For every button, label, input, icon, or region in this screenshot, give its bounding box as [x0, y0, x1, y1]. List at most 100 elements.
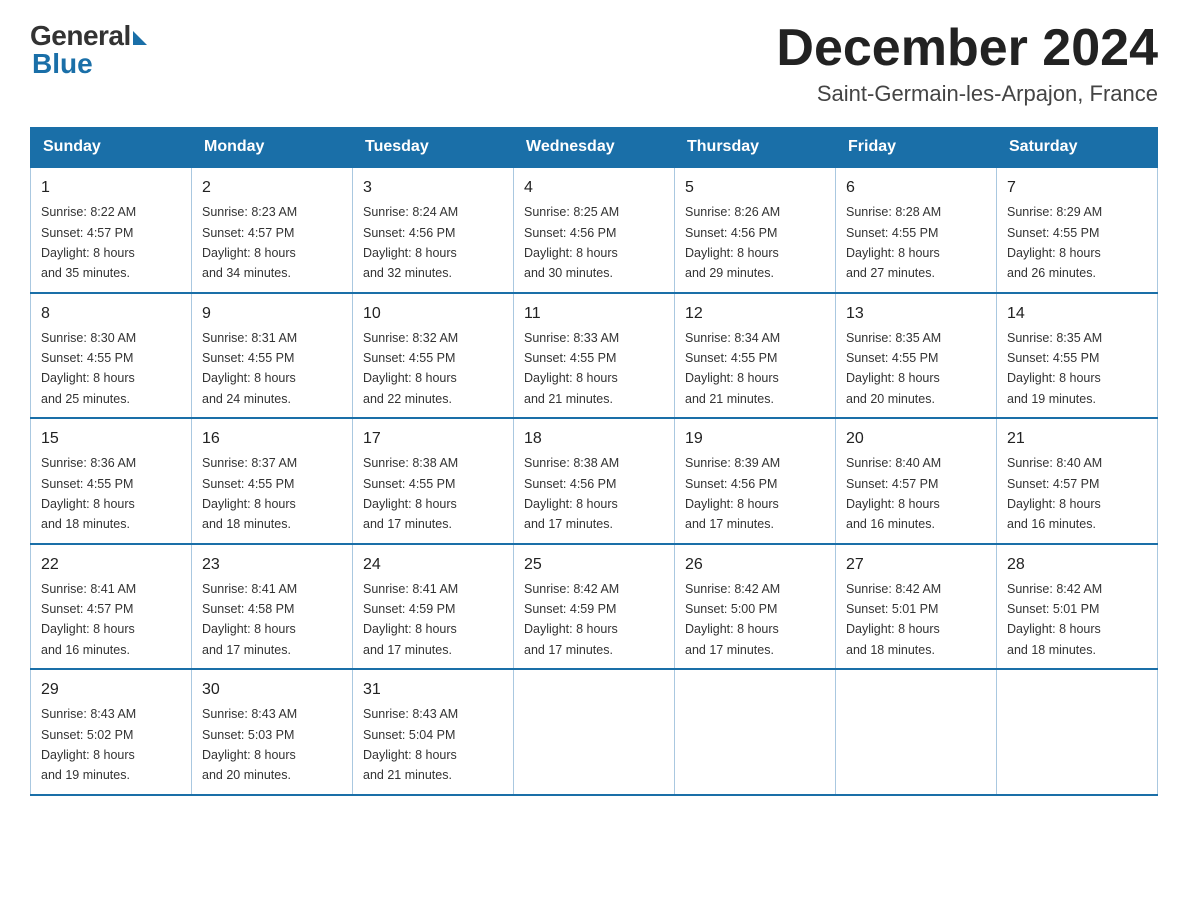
calendar-cell: 27 Sunrise: 8:42 AMSunset: 5:01 PMDaylig…: [836, 544, 997, 670]
calendar-cell: 28 Sunrise: 8:42 AMSunset: 5:01 PMDaylig…: [997, 544, 1158, 670]
day-info: Sunrise: 8:28 AMSunset: 4:55 PMDaylight:…: [846, 205, 941, 280]
week-row-5: 29 Sunrise: 8:43 AMSunset: 5:02 PMDaylig…: [31, 669, 1158, 795]
day-number: 28: [1007, 553, 1147, 577]
calendar-cell: 5 Sunrise: 8:26 AMSunset: 4:56 PMDayligh…: [675, 167, 836, 293]
calendar-cell: 3 Sunrise: 8:24 AMSunset: 4:56 PMDayligh…: [353, 167, 514, 293]
week-row-2: 8 Sunrise: 8:30 AMSunset: 4:55 PMDayligh…: [31, 293, 1158, 419]
calendar-cell: 20 Sunrise: 8:40 AMSunset: 4:57 PMDaylig…: [836, 418, 997, 544]
day-info: Sunrise: 8:24 AMSunset: 4:56 PMDaylight:…: [363, 205, 458, 280]
logo-blue-text: Blue: [30, 48, 93, 80]
day-info: Sunrise: 8:26 AMSunset: 4:56 PMDaylight:…: [685, 205, 780, 280]
day-info: Sunrise: 8:34 AMSunset: 4:55 PMDaylight:…: [685, 331, 780, 406]
location-subtitle: Saint-Germain-les-Arpajon, France: [776, 81, 1158, 107]
day-info: Sunrise: 8:23 AMSunset: 4:57 PMDaylight:…: [202, 205, 297, 280]
day-info: Sunrise: 8:42 AMSunset: 5:01 PMDaylight:…: [846, 582, 941, 657]
calendar-cell: 8 Sunrise: 8:30 AMSunset: 4:55 PMDayligh…: [31, 293, 192, 419]
day-number: 17: [363, 427, 503, 451]
day-number: 27: [846, 553, 986, 577]
day-number: 9: [202, 302, 342, 326]
weekday-header-sunday: Sunday: [31, 128, 192, 168]
calendar-cell: 21 Sunrise: 8:40 AMSunset: 4:57 PMDaylig…: [997, 418, 1158, 544]
calendar-cell: [836, 669, 997, 795]
day-info: Sunrise: 8:37 AMSunset: 4:55 PMDaylight:…: [202, 456, 297, 531]
day-number: 25: [524, 553, 664, 577]
day-number: 18: [524, 427, 664, 451]
day-number: 22: [41, 553, 181, 577]
month-title: December 2024: [776, 20, 1158, 77]
day-number: 24: [363, 553, 503, 577]
day-number: 16: [202, 427, 342, 451]
calendar-cell: 24 Sunrise: 8:41 AMSunset: 4:59 PMDaylig…: [353, 544, 514, 670]
day-info: Sunrise: 8:43 AMSunset: 5:02 PMDaylight:…: [41, 707, 136, 782]
calendar-cell: 22 Sunrise: 8:41 AMSunset: 4:57 PMDaylig…: [31, 544, 192, 670]
calendar-table: SundayMondayTuesdayWednesdayThursdayFrid…: [30, 127, 1158, 796]
day-number: 3: [363, 176, 503, 200]
calendar-cell: 6 Sunrise: 8:28 AMSunset: 4:55 PMDayligh…: [836, 167, 997, 293]
day-info: Sunrise: 8:38 AMSunset: 4:56 PMDaylight:…: [524, 456, 619, 531]
day-number: 5: [685, 176, 825, 200]
calendar-cell: 15 Sunrise: 8:36 AMSunset: 4:55 PMDaylig…: [31, 418, 192, 544]
day-number: 10: [363, 302, 503, 326]
calendar-cell: 16 Sunrise: 8:37 AMSunset: 4:55 PMDaylig…: [192, 418, 353, 544]
day-number: 31: [363, 678, 503, 702]
calendar-cell: 1 Sunrise: 8:22 AMSunset: 4:57 PMDayligh…: [31, 167, 192, 293]
day-number: 13: [846, 302, 986, 326]
day-number: 7: [1007, 176, 1147, 200]
day-number: 23: [202, 553, 342, 577]
day-number: 30: [202, 678, 342, 702]
day-info: Sunrise: 8:41 AMSunset: 4:59 PMDaylight:…: [363, 582, 458, 657]
weekday-header-row: SundayMondayTuesdayWednesdayThursdayFrid…: [31, 128, 1158, 168]
logo: General Blue: [30, 20, 147, 80]
day-number: 4: [524, 176, 664, 200]
weekday-header-saturday: Saturday: [997, 128, 1158, 168]
day-info: Sunrise: 8:41 AMSunset: 4:58 PMDaylight:…: [202, 582, 297, 657]
calendar-cell: 18 Sunrise: 8:38 AMSunset: 4:56 PMDaylig…: [514, 418, 675, 544]
calendar-cell: 19 Sunrise: 8:39 AMSunset: 4:56 PMDaylig…: [675, 418, 836, 544]
calendar-cell: 26 Sunrise: 8:42 AMSunset: 5:00 PMDaylig…: [675, 544, 836, 670]
calendar-cell: 29 Sunrise: 8:43 AMSunset: 5:02 PMDaylig…: [31, 669, 192, 795]
day-info: Sunrise: 8:35 AMSunset: 4:55 PMDaylight:…: [1007, 331, 1102, 406]
title-section: December 2024 Saint-Germain-les-Arpajon,…: [776, 20, 1158, 107]
calendar-cell: 13 Sunrise: 8:35 AMSunset: 4:55 PMDaylig…: [836, 293, 997, 419]
day-info: Sunrise: 8:42 AMSunset: 5:00 PMDaylight:…: [685, 582, 780, 657]
weekday-header-thursday: Thursday: [675, 128, 836, 168]
day-number: 19: [685, 427, 825, 451]
calendar-cell: 30 Sunrise: 8:43 AMSunset: 5:03 PMDaylig…: [192, 669, 353, 795]
day-info: Sunrise: 8:43 AMSunset: 5:03 PMDaylight:…: [202, 707, 297, 782]
calendar-cell: 7 Sunrise: 8:29 AMSunset: 4:55 PMDayligh…: [997, 167, 1158, 293]
day-number: 15: [41, 427, 181, 451]
day-info: Sunrise: 8:39 AMSunset: 4:56 PMDaylight:…: [685, 456, 780, 531]
weekday-header-wednesday: Wednesday: [514, 128, 675, 168]
day-number: 29: [41, 678, 181, 702]
day-info: Sunrise: 8:33 AMSunset: 4:55 PMDaylight:…: [524, 331, 619, 406]
calendar-cell: 12 Sunrise: 8:34 AMSunset: 4:55 PMDaylig…: [675, 293, 836, 419]
day-info: Sunrise: 8:25 AMSunset: 4:56 PMDaylight:…: [524, 205, 619, 280]
day-info: Sunrise: 8:35 AMSunset: 4:55 PMDaylight:…: [846, 331, 941, 406]
calendar-cell: 31 Sunrise: 8:43 AMSunset: 5:04 PMDaylig…: [353, 669, 514, 795]
day-info: Sunrise: 8:42 AMSunset: 4:59 PMDaylight:…: [524, 582, 619, 657]
day-number: 21: [1007, 427, 1147, 451]
day-number: 8: [41, 302, 181, 326]
day-number: 14: [1007, 302, 1147, 326]
day-number: 2: [202, 176, 342, 200]
calendar-cell: 4 Sunrise: 8:25 AMSunset: 4:56 PMDayligh…: [514, 167, 675, 293]
calendar-cell: 14 Sunrise: 8:35 AMSunset: 4:55 PMDaylig…: [997, 293, 1158, 419]
day-number: 6: [846, 176, 986, 200]
calendar-cell: [997, 669, 1158, 795]
day-info: Sunrise: 8:36 AMSunset: 4:55 PMDaylight:…: [41, 456, 136, 531]
day-info: Sunrise: 8:29 AMSunset: 4:55 PMDaylight:…: [1007, 205, 1102, 280]
weekday-header-friday: Friday: [836, 128, 997, 168]
week-row-1: 1 Sunrise: 8:22 AMSunset: 4:57 PMDayligh…: [31, 167, 1158, 293]
weekday-header-tuesday: Tuesday: [353, 128, 514, 168]
calendar-cell: 25 Sunrise: 8:42 AMSunset: 4:59 PMDaylig…: [514, 544, 675, 670]
day-number: 11: [524, 302, 664, 326]
logo-arrow-icon: [133, 31, 147, 45]
day-number: 12: [685, 302, 825, 326]
day-number: 1: [41, 176, 181, 200]
day-info: Sunrise: 8:30 AMSunset: 4:55 PMDaylight:…: [41, 331, 136, 406]
day-number: 26: [685, 553, 825, 577]
day-number: 20: [846, 427, 986, 451]
day-info: Sunrise: 8:22 AMSunset: 4:57 PMDaylight:…: [41, 205, 136, 280]
week-row-4: 22 Sunrise: 8:41 AMSunset: 4:57 PMDaylig…: [31, 544, 1158, 670]
calendar-cell: 11 Sunrise: 8:33 AMSunset: 4:55 PMDaylig…: [514, 293, 675, 419]
